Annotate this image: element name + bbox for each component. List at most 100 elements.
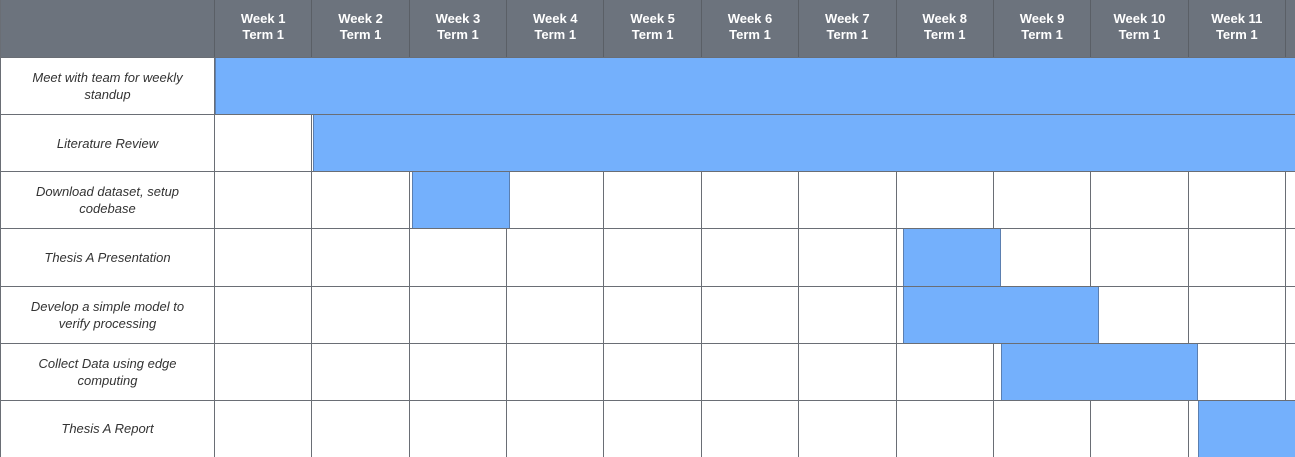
week-label: Week 4	[532, 11, 578, 26]
term-label: Term 1	[729, 27, 771, 42]
task-bar[interactable]	[411, 172, 510, 229]
task-row: Develop a simple model to verify process…	[1, 285, 1295, 343]
task-bar[interactable]	[215, 58, 1295, 115]
task-label: Collect Data using edge computing	[1, 343, 215, 400]
task-row: Download dataset, setup codebase	[1, 171, 1295, 229]
grid-cell	[896, 343, 994, 400]
header-corner	[1, 0, 215, 57]
week-header-row: Week 1 Term 1 Week 2 Term 1 Week 3 Term 1 Week…	[1, 0, 1295, 57]
week-header-8: Week 8 Term 1	[897, 0, 994, 57]
week-header-5: Week 5 Term 1	[604, 0, 702, 57]
grid-cell	[604, 400, 702, 457]
grid-cell	[604, 229, 702, 286]
week-header-3: Week 3 Term 1	[410, 0, 508, 57]
task-bar[interactable]	[313, 115, 1295, 172]
grid-cell	[215, 115, 313, 172]
week-header-6: Week 6 Term 1	[702, 0, 800, 57]
term-label: Term 1	[1215, 27, 1258, 42]
grid-cell	[1091, 172, 1189, 229]
term-label: Term 1	[242, 27, 285, 42]
grid-cell	[896, 172, 994, 229]
grid-cell	[312, 343, 410, 400]
grid-cell	[993, 400, 1092, 457]
task-bar[interactable]	[902, 286, 1100, 343]
grid-cell	[604, 286, 702, 343]
grid-cell	[701, 343, 800, 400]
task-label: Download dataset, setup codebase	[1, 172, 215, 229]
task-row: Literature Review	[1, 114, 1295, 172]
week-label: Week 3	[435, 11, 481, 26]
grid-cell	[215, 400, 313, 457]
term-label: Term 1	[923, 27, 966, 42]
grid-cell	[896, 400, 994, 457]
grid-cell	[409, 286, 508, 343]
week-header-4: Week 4 Term 1	[507, 0, 605, 57]
term-label: Term 1	[339, 27, 382, 42]
grid-cell	[604, 172, 702, 229]
grid-cell	[701, 229, 800, 286]
task-rows: Meet with team for weekly standup Literat…	[1, 57, 1295, 457]
grid-cell	[507, 286, 605, 343]
term-label: Term 1	[631, 27, 674, 42]
grid-cell	[215, 343, 313, 400]
week-label: Week 9	[1019, 11, 1065, 26]
grid-cell	[1091, 286, 1189, 343]
task-label: Thesis A Presentation	[1, 229, 215, 286]
term-label: Term 1	[1118, 27, 1161, 42]
term-label: Term 1	[534, 27, 577, 42]
task-label: Literature Review	[1, 115, 215, 172]
task-label: Develop a simple model to verify process…	[1, 286, 215, 343]
grid-cell	[799, 172, 897, 229]
grid-cell	[409, 400, 508, 457]
grid-cell	[507, 172, 605, 229]
week-label: Week 7	[825, 11, 870, 26]
term-label: Term 1	[437, 27, 479, 42]
grid-cell	[993, 229, 1092, 286]
week-label: Week 10	[1113, 11, 1166, 26]
week-label: Week 5	[630, 11, 675, 26]
grid-cell	[799, 343, 897, 400]
grid-cell	[215, 229, 313, 286]
week-label: Week 11	[1211, 11, 1263, 26]
task-bar[interactable]	[1001, 343, 1198, 400]
grid-cell	[1091, 400, 1189, 457]
grid-cell	[1188, 172, 1286, 229]
grid-cell	[799, 229, 897, 286]
grid-cell	[507, 229, 605, 286]
task-row: Thesis A Presentation	[1, 228, 1295, 286]
grid-cell	[409, 229, 508, 286]
task-label: Thesis A Report	[1, 400, 215, 457]
grid-cell	[1091, 229, 1189, 286]
grid-cell	[701, 286, 800, 343]
task-row: Collect Data using edge computing	[1, 342, 1295, 400]
week-header-1: Week 1 Term 1	[215, 0, 313, 57]
week-label: Week 8	[922, 11, 967, 26]
grid-cell	[1188, 286, 1286, 343]
grid-cell	[799, 400, 897, 457]
grid-cell	[215, 286, 313, 343]
week-header-9: Week 9 Term 1	[994, 0, 1092, 57]
grid-cell	[799, 286, 897, 343]
week-label: Week 6	[727, 11, 773, 26]
task-bar[interactable]	[1197, 400, 1295, 457]
week-header-11: Week 11 Term 1	[1189, 0, 1286, 57]
gantt-chart: Week 1 Term 1 Week 2 Term 1 Week 3 Term 1 Week…	[0, 0, 1295, 457]
grid-cell	[312, 400, 410, 457]
grid-cell	[409, 343, 508, 400]
grid-cell	[312, 172, 410, 229]
grid-cell	[312, 286, 410, 343]
week-label: Week 1	[240, 11, 286, 26]
term-label: Term 1	[1021, 27, 1063, 42]
week-header-7: Week 7 Term 1	[799, 0, 897, 57]
task-row: Thesis A Report	[1, 399, 1295, 457]
grid-cell	[604, 343, 702, 400]
task-label: Meet with team for weekly standup	[1, 58, 215, 115]
week-label: Week 2	[338, 11, 383, 26]
week-header-10: Week 10 Term 1	[1091, 0, 1189, 57]
grid-cell	[1188, 229, 1286, 286]
grid-cell	[1188, 343, 1286, 400]
task-bar[interactable]	[902, 229, 1002, 286]
task-row: Meet with team for weekly standup	[1, 57, 1295, 115]
grid-cell	[312, 229, 410, 286]
term-label: Term 1	[826, 27, 869, 42]
